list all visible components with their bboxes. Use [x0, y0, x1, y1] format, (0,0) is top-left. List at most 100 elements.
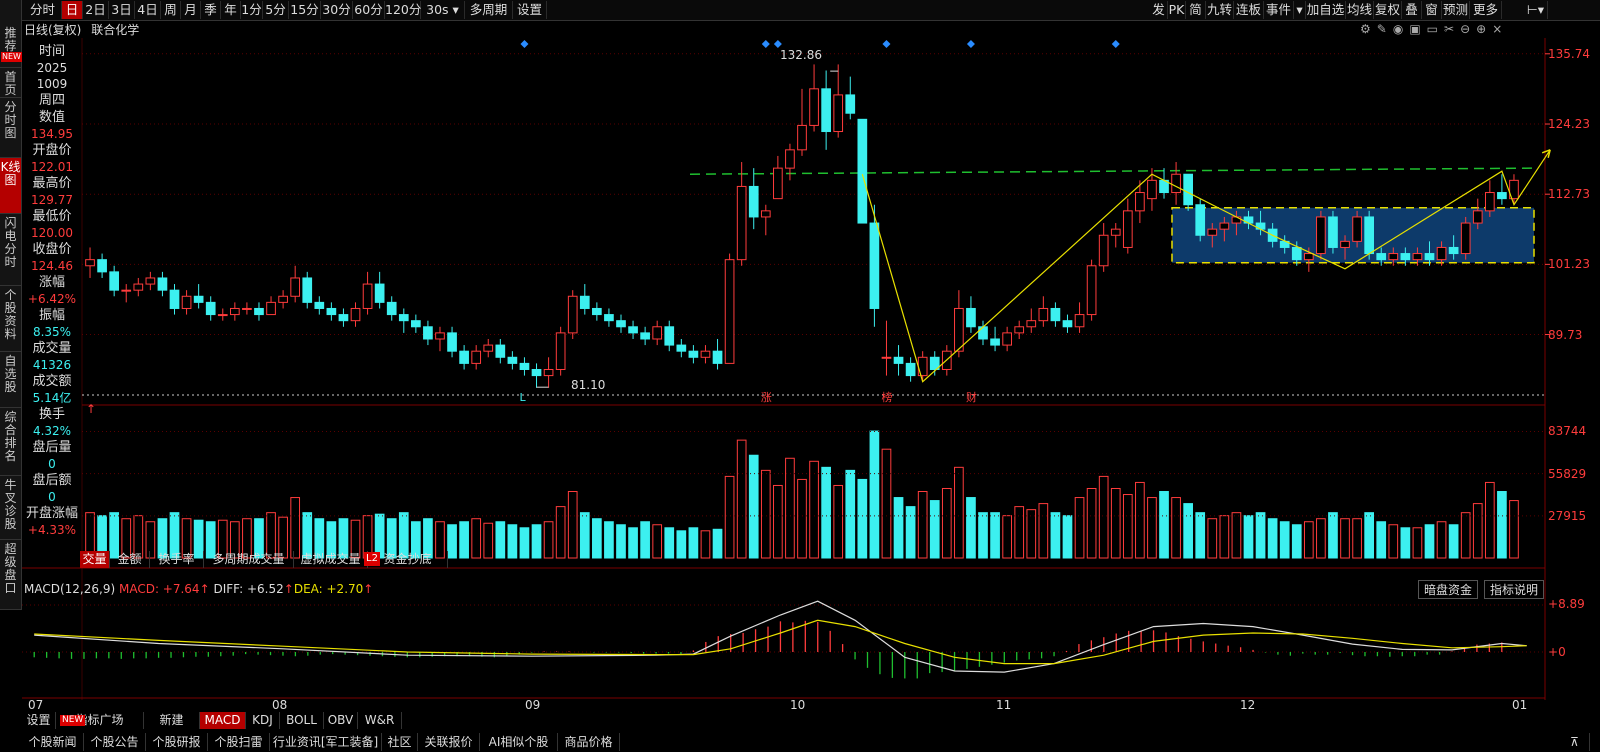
- news-tab-3[interactable]: 个股扫雷: [208, 733, 270, 751]
- volume-bar: [471, 518, 482, 559]
- indicator-tab-1[interactable]: 金额: [110, 551, 150, 568]
- volume-bar: [1183, 503, 1193, 559]
- candle-body: [1147, 179, 1157, 200]
- volume-bar: [1400, 527, 1411, 559]
- candle-body: [278, 295, 288, 303]
- price-tick-4: 89.73: [1548, 327, 1583, 342]
- candle-body: [362, 283, 373, 309]
- x-month-2: 09: [525, 698, 541, 712]
- bottom-tab-5[interactable]: BOLL: [280, 712, 324, 729]
- bottom-tab-4[interactable]: KDJ: [246, 712, 280, 729]
- candle-body: [821, 88, 831, 133]
- volume-bar: [447, 524, 457, 559]
- volume-bar: [676, 530, 687, 559]
- news-tab-1[interactable]: 个股公告: [84, 733, 146, 751]
- expand-icon[interactable]: ⊼: [1560, 733, 1590, 751]
- bottom-tab-2[interactable]: 新建: [144, 712, 200, 729]
- indicator-tab-3[interactable]: 多周期成交量: [204, 551, 294, 568]
- candle-body: [1472, 210, 1483, 224]
- event-marker-1: 涨: [761, 391, 772, 404]
- bottom-tab-6[interactable]: OBV: [324, 712, 358, 729]
- candle-body: [785, 149, 795, 169]
- volume-bar: [1122, 494, 1133, 559]
- volume-bar: [616, 524, 626, 559]
- volume-bar: [1171, 497, 1181, 559]
- news-tab-4[interactable]: 行业资讯[军工装备]: [270, 733, 382, 751]
- volume-bar: [604, 521, 614, 559]
- candle-body: [1460, 222, 1471, 255]
- candle-body: [435, 332, 445, 340]
- indicator-tab-5[interactable]: 资金抄底: [368, 551, 448, 568]
- volume-bar: [1509, 500, 1519, 559]
- volume-bar: [881, 448, 892, 559]
- macd-title[interactable]: MACD(12,26,9): [24, 582, 115, 596]
- volume-bar: [1448, 524, 1459, 559]
- volume-bar: [1303, 521, 1314, 559]
- bottom-tab-7[interactable]: W&R: [358, 712, 402, 729]
- volume-bar: [990, 512, 1000, 559]
- volume-bar: [1291, 524, 1302, 559]
- volume-bar: [567, 491, 578, 559]
- candle-body: [181, 295, 192, 309]
- candle-body: [1484, 192, 1495, 212]
- news-tab-6[interactable]: 关联报价: [418, 733, 480, 751]
- volume-tick-1: 55829: [1548, 466, 1587, 481]
- candle-body: [1026, 320, 1037, 328]
- news-tab-0[interactable]: 个股新闻: [22, 733, 84, 751]
- volume-bar: [1159, 491, 1169, 559]
- candle-body: [543, 368, 554, 377]
- candle-body: [338, 314, 349, 322]
- volume-bar: [1472, 503, 1483, 559]
- candle-body: [495, 344, 506, 358]
- bottom-tab-3[interactable]: MACD: [200, 712, 246, 729]
- volume-bar: [1050, 512, 1061, 559]
- candle-body: [242, 307, 252, 310]
- news-tab-8[interactable]: 商品价格: [558, 733, 620, 751]
- news-tab-5[interactable]: 社区: [382, 733, 418, 751]
- kline-chart[interactable]: L 涨 榜 财 ↑: [0, 0, 1600, 752]
- x-month-1: 08: [272, 698, 288, 712]
- candle-body: [1400, 253, 1411, 261]
- news-tab-7[interactable]: AI相似个股: [480, 733, 558, 751]
- volume-bar: [736, 439, 747, 559]
- volume-bar: [1026, 509, 1037, 559]
- indicator-tab-4[interactable]: 虚拟成交量: [294, 551, 368, 568]
- volume-bar: [1340, 518, 1350, 559]
- volume-bar: [905, 506, 916, 559]
- candle-body: [1195, 204, 1206, 236]
- volume-bar: [954, 466, 964, 559]
- news-tab-2[interactable]: 个股研报: [146, 733, 208, 751]
- volume-bar: [1255, 512, 1266, 559]
- candle-body: [1388, 253, 1399, 261]
- diff-value: DIFF: +6.52: [213, 582, 284, 596]
- volume-bar: [724, 475, 735, 559]
- volume-bar: [1328, 512, 1338, 559]
- candle-body: [881, 356, 892, 359]
- candle-body: [555, 332, 566, 370]
- indicator-explain-button[interactable]: 指标说明: [1484, 580, 1545, 599]
- volume-bar: [1002, 515, 1012, 559]
- volume-bar: [1219, 515, 1230, 559]
- macd-value: MACD: +7.64: [118, 582, 200, 596]
- macd-axis-top: +8.89: [1548, 597, 1585, 611]
- volume-bar: [941, 487, 952, 559]
- low-price-label: 81.10: [571, 378, 606, 392]
- volume-bar: [760, 469, 771, 559]
- indicator-tab-0[interactable]: 交量: [80, 551, 110, 568]
- candle-body: [1436, 246, 1447, 261]
- volume-tick-2: 27915: [1548, 508, 1587, 523]
- candle-body: [664, 326, 675, 346]
- volume-bar: [1135, 481, 1145, 559]
- volume-bar: [1195, 512, 1206, 559]
- volume-bar: [869, 430, 880, 559]
- candle-body: [700, 350, 711, 358]
- event-marker-3: 财: [966, 390, 977, 404]
- candle-body: [302, 277, 313, 303]
- candle-body: [145, 277, 156, 285]
- dark-pool-button[interactable]: 暗盘资金: [1418, 580, 1479, 599]
- candle-body: [1038, 307, 1049, 322]
- candle-body: [1122, 210, 1133, 248]
- indicator-tab-2[interactable]: 换手率: [150, 551, 204, 568]
- bottom-tab-0[interactable]: 设置: [22, 712, 56, 729]
- candle-body: [1135, 192, 1145, 212]
